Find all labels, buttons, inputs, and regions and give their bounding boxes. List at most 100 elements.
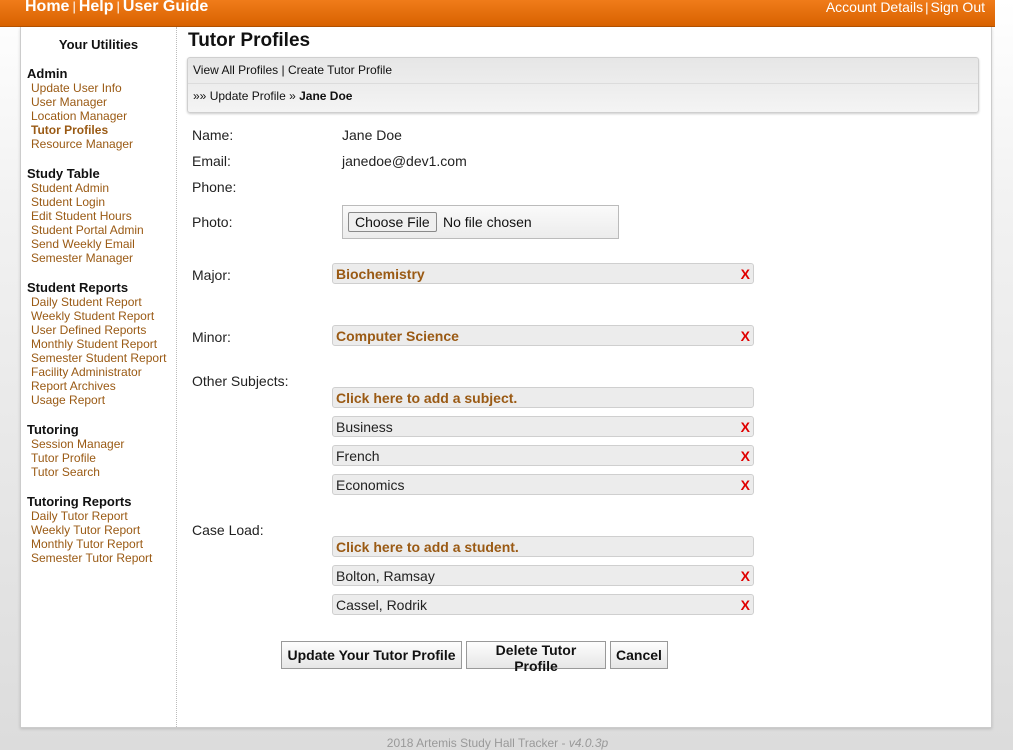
name-value: Jane Doe bbox=[342, 127, 402, 143]
sidebar-heading: Admin bbox=[27, 66, 68, 81]
list-item: Economics X bbox=[332, 474, 754, 495]
sidebar-heading: Tutoring bbox=[27, 422, 79, 437]
minor-value: Computer Science bbox=[336, 328, 459, 344]
sidebar-heading: Tutoring Reports bbox=[27, 494, 132, 509]
photo-file-input: Choose File No file chosen bbox=[342, 205, 619, 239]
sidebar-item-semester-manager[interactable]: Semester Manager bbox=[31, 251, 144, 265]
delete-profile-button[interactable]: Delete Tutor Profile bbox=[466, 641, 606, 674]
choose-file-button[interactable]: Choose File bbox=[348, 212, 437, 232]
subject-name: Economics bbox=[336, 477, 405, 493]
sidebar-item-student-portal-admin[interactable]: Student Portal Admin bbox=[31, 223, 144, 237]
photo-label: Photo: bbox=[192, 214, 233, 230]
breadcrumb-arrow: » bbox=[289, 89, 296, 103]
nav-separator: | bbox=[72, 0, 76, 14]
sidebar-item-tutor-profiles[interactable]: Tutor Profiles bbox=[31, 123, 133, 137]
remove-major-icon[interactable]: X bbox=[741, 264, 750, 285]
sidebar-section-student-reports: Student Reports Daily Student Report Wee… bbox=[27, 280, 166, 407]
remove-subject-icon[interactable]: X bbox=[741, 417, 750, 438]
list-item: Bolton, Ramsay X bbox=[332, 565, 754, 586]
footer: 2018 Artemis Study Hall Tracker - v4.0.3… bbox=[0, 736, 995, 750]
major-value: Biochemistry bbox=[336, 266, 425, 282]
sidebar-item-resource-manager[interactable]: Resource Manager bbox=[31, 137, 133, 151]
add-student-link[interactable]: Click here to add a student. bbox=[332, 536, 754, 557]
footer-text: 2018 Artemis Study Hall Tracker - bbox=[386, 736, 569, 750]
email-value: janedoe@dev1.com bbox=[342, 153, 467, 169]
sidebar-section-study-table: Study Table Student Admin Student Login … bbox=[27, 166, 144, 265]
update-profile-button[interactable]: Update Your Tutor Profile bbox=[281, 641, 462, 669]
breadcrumb: »» Update Profile » Jane Doe bbox=[193, 89, 352, 103]
home-link[interactable]: Home bbox=[25, 0, 69, 15]
sidebar-title: Your Utilities bbox=[58, 37, 139, 52]
sidebar-item-monthly-tutor-report[interactable]: Monthly Tutor Report bbox=[31, 537, 152, 551]
sidebar-item-edit-student-hours[interactable]: Edit Student Hours bbox=[31, 209, 144, 223]
page-container: Your Utilities Admin Update User Info Us… bbox=[20, 27, 992, 728]
list-item: French X bbox=[332, 445, 754, 466]
user-guide-link[interactable]: User Guide bbox=[123, 0, 208, 15]
sign-out-link[interactable]: Sign Out bbox=[931, 0, 985, 15]
sidebar-item-semester-tutor-report[interactable]: Semester Tutor Report bbox=[31, 551, 152, 565]
breadcrumb-prefix: »» bbox=[193, 89, 207, 103]
no-file-chosen-text: No file chosen bbox=[443, 214, 532, 230]
sidebar-item-update-user-info[interactable]: Update User Info bbox=[31, 81, 133, 95]
remove-student-icon[interactable]: X bbox=[741, 595, 750, 616]
create-tutor-profile-link[interactable]: Create Tutor Profile bbox=[288, 63, 392, 77]
profile-nav-box: View All Profiles | Create Tutor Profile… bbox=[187, 57, 979, 113]
nav-separator: | bbox=[116, 0, 120, 14]
account-details-link[interactable]: Account Details bbox=[826, 0, 923, 15]
remove-subject-icon[interactable]: X bbox=[741, 446, 750, 467]
major-pill[interactable]: Biochemistry X bbox=[332, 263, 754, 284]
sidebar-item-user-defined-reports[interactable]: User Defined Reports bbox=[31, 323, 166, 337]
minor-label: Minor: bbox=[192, 329, 231, 345]
list-item: Cassel, Rodrik X bbox=[332, 594, 754, 615]
sidebar-item-student-admin[interactable]: Student Admin bbox=[31, 181, 144, 195]
remove-student-icon[interactable]: X bbox=[741, 566, 750, 587]
sidebar-item-location-manager[interactable]: Location Manager bbox=[31, 109, 133, 123]
minor-pill[interactable]: Computer Science X bbox=[332, 325, 754, 346]
nav-separator: | bbox=[925, 0, 929, 15]
sidebar-heading: Study Table bbox=[27, 166, 100, 181]
help-link[interactable]: Help bbox=[79, 0, 114, 15]
sidebar-item-tutor-search[interactable]: Tutor Search bbox=[31, 465, 124, 479]
view-all-profiles-link[interactable]: View All Profiles bbox=[193, 63, 278, 77]
student-name: Cassel, Rodrik bbox=[336, 597, 428, 613]
footer-version: v4.0.3p bbox=[568, 736, 609, 750]
nav-separator: | bbox=[281, 63, 285, 77]
sidebar-section-tutoring-reports: Tutoring Reports Daily Tutor Report Week… bbox=[27, 494, 152, 565]
phone-label: Phone: bbox=[192, 179, 237, 195]
sidebar-item-monthly-student-report[interactable]: Monthly Student Report bbox=[31, 337, 166, 351]
profile-links: View All Profiles | Create Tutor Profile bbox=[193, 63, 392, 77]
sidebar-item-user-manager[interactable]: User Manager bbox=[31, 95, 133, 109]
case-load-label: Case Load: bbox=[192, 522, 264, 538]
sidebar-item-report-archives[interactable]: Report Archives bbox=[31, 379, 166, 393]
sidebar-item-facility-administrator[interactable]: Facility Administrator bbox=[31, 365, 166, 379]
subject-name: Business bbox=[336, 419, 393, 435]
sidebar-section-admin: Admin Update User Info User Manager Loca… bbox=[27, 66, 133, 151]
nav-divider bbox=[188, 83, 978, 84]
sidebar-item-session-manager[interactable]: Session Manager bbox=[31, 437, 124, 451]
sidebar-item-send-weekly-email[interactable]: Send Weekly Email bbox=[31, 237, 144, 251]
add-student-text: Click here to add a student. bbox=[336, 539, 519, 555]
sidebar-item-weekly-student-report[interactable]: Weekly Student Report bbox=[31, 309, 166, 323]
major-label: Major: bbox=[192, 267, 231, 283]
add-subject-link[interactable]: Click here to add a subject. bbox=[332, 387, 754, 408]
remove-minor-icon[interactable]: X bbox=[741, 326, 750, 347]
top-nav-right: Account Details | Sign Out bbox=[826, 0, 985, 15]
breadcrumb-update-profile[interactable]: Update Profile bbox=[210, 89, 286, 103]
sidebar-item-student-login[interactable]: Student Login bbox=[31, 195, 144, 209]
sidebar-item-daily-student-report[interactable]: Daily Student Report bbox=[31, 295, 166, 309]
sidebar-item-weekly-tutor-report[interactable]: Weekly Tutor Report bbox=[31, 523, 152, 537]
name-label: Name: bbox=[192, 127, 234, 143]
top-nav-left: Home | Help | User Guide bbox=[25, 0, 208, 16]
sidebar-item-semester-student-report[interactable]: Semester Student Report bbox=[31, 351, 166, 365]
sidebar-item-usage-report[interactable]: Usage Report bbox=[31, 393, 166, 407]
cancel-button[interactable]: Cancel bbox=[610, 641, 668, 669]
page-title: Tutor Profiles bbox=[188, 30, 311, 51]
sidebar-heading: Student Reports bbox=[27, 280, 129, 295]
sidebar-item-daily-tutor-report[interactable]: Daily Tutor Report bbox=[31, 509, 152, 523]
student-name: Bolton, Ramsay bbox=[336, 568, 435, 584]
sidebar-section-tutoring: Tutoring Session Manager Tutor Profile T… bbox=[27, 422, 124, 479]
remove-subject-icon[interactable]: X bbox=[741, 475, 750, 496]
sidebar-item-tutor-profile[interactable]: Tutor Profile bbox=[31, 451, 124, 465]
subject-name: French bbox=[336, 448, 380, 464]
email-label: Email: bbox=[192, 153, 231, 169]
